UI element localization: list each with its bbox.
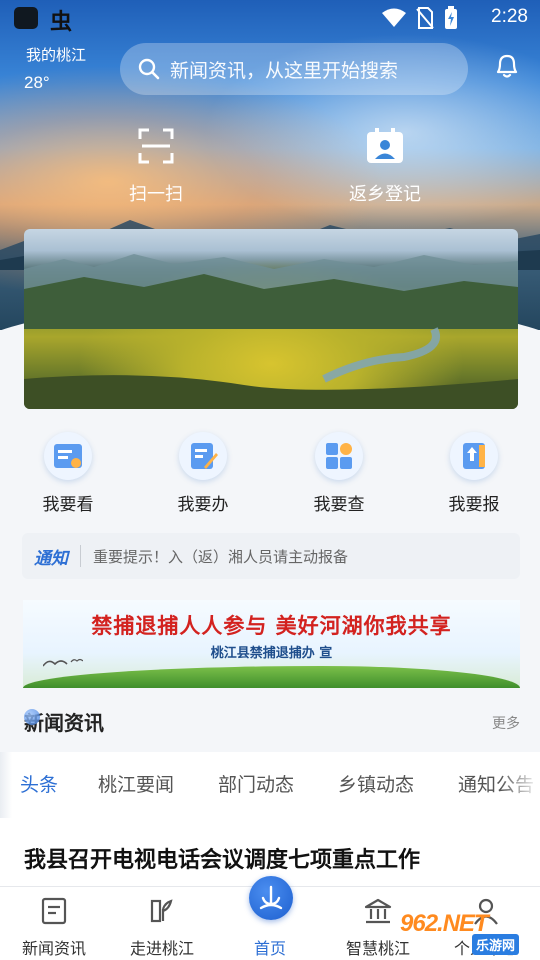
report-icon xyxy=(463,443,485,469)
service-query[interactable]: 我要查 xyxy=(289,432,389,515)
news-headline: 我县召开电视电话会议调度七项重点工作 xyxy=(24,847,421,873)
promo-banner[interactable]: 禁捕退捕人人参与 美好河湖你我共享 桃江县禁捕退捕办 宣 xyxy=(23,600,520,688)
service-view[interactable]: 我要看 xyxy=(18,432,118,515)
smart-city-icon xyxy=(364,898,392,924)
landscape-banner[interactable] xyxy=(24,229,518,409)
service-report[interactable]: 我要报 xyxy=(424,432,524,515)
service-handle[interactable]: 我要办 xyxy=(153,432,253,515)
notice-divider xyxy=(80,545,81,567)
promo-sponsor: 桃江县禁捕退捕办 宣 xyxy=(210,646,333,661)
tab-department-news[interactable]: 部门动态 xyxy=(218,770,294,797)
site-watermark: 962.NET 乐游网 xyxy=(398,910,536,956)
registration-icon xyxy=(367,128,403,163)
query-icon-wrap xyxy=(315,432,363,480)
promo-grass xyxy=(23,666,520,688)
bell-icon[interactable] xyxy=(494,52,520,80)
tabs-fade-right xyxy=(500,752,540,818)
handle-icon xyxy=(191,443,218,469)
tab-township-news[interactable]: 乡镇动态 xyxy=(338,770,414,797)
home-button[interactable] xyxy=(249,876,293,920)
service-report-label: 我要报 xyxy=(448,495,500,515)
service-query-label: 我要查 xyxy=(313,495,365,515)
service-view-label: 我要看 xyxy=(42,495,94,515)
query-icon xyxy=(326,443,352,469)
status-bar: 虫 2:28 xyxy=(0,0,540,36)
no-sim-icon xyxy=(416,7,434,29)
battery-icon xyxy=(445,6,457,29)
handle-icon-wrap xyxy=(179,432,227,480)
nav-news[interactable]: 新闻资讯 xyxy=(0,895,108,959)
explore-icon xyxy=(150,899,173,923)
search-icon xyxy=(138,58,160,80)
more-link[interactable]: 更多 xyxy=(492,713,520,733)
news-section-header: 新闻资讯 更多 xyxy=(24,707,520,736)
promo-headline: 禁捕退捕人人参与 美好河湖你我共享 xyxy=(91,614,452,638)
registration-label: 返乡登记 xyxy=(349,184,421,205)
notice-text: 重要提示！入（返）湘人员请主动报备 xyxy=(93,547,349,566)
home-icon xyxy=(259,885,283,910)
nav-news-label: 新闻资讯 xyxy=(21,939,86,958)
app-notification-icon xyxy=(14,7,38,29)
system-icons xyxy=(382,6,458,30)
location-name[interactable]: 我的桃江 xyxy=(26,44,86,65)
report-icon-wrap xyxy=(450,432,498,480)
tab-headlines[interactable]: 头条 xyxy=(20,770,58,797)
temperature: 28° xyxy=(24,73,50,92)
scan-button[interactable]: 扫一扫 xyxy=(96,128,216,206)
nav-home-label: 首页 xyxy=(253,939,286,958)
section-dot-icon xyxy=(24,709,40,725)
news-tabs: 头条 桃江要闻 部门动态 乡镇动态 通知公告 xyxy=(0,752,540,818)
wifi-icon xyxy=(382,8,406,27)
search-bar[interactable]: 新闻资讯，从这里开始搜索 xyxy=(120,43,468,95)
tab-taojiang-news[interactable]: 桃江要闻 xyxy=(98,770,174,797)
app-notification-glyph: 虫 xyxy=(50,10,73,35)
search-placeholder: 新闻资讯，从这里开始搜索 xyxy=(170,59,399,82)
return-registration-button[interactable]: 返乡登记 xyxy=(325,128,445,206)
scan-label: 扫一扫 xyxy=(129,184,183,205)
service-handle-label: 我要办 xyxy=(177,495,229,515)
nav-explore-label: 走进桃江 xyxy=(129,939,194,958)
nav-explore[interactable]: 走进桃江 xyxy=(108,895,216,959)
banner-landscape xyxy=(24,254,518,409)
scan-icon xyxy=(138,128,174,164)
view-icon-wrap xyxy=(44,432,92,480)
watermark-sub: 乐游网 xyxy=(472,934,520,955)
notice-tag: 通知 xyxy=(34,548,68,569)
status-time: 2:28 xyxy=(491,6,528,27)
view-icon xyxy=(54,444,82,468)
tabs-fade-left xyxy=(0,752,12,818)
news-icon xyxy=(41,897,67,925)
bird-icon xyxy=(43,658,83,667)
notice-bar[interactable]: 通知 重要提示！入（返）湘人员请主动报备 xyxy=(22,533,520,579)
